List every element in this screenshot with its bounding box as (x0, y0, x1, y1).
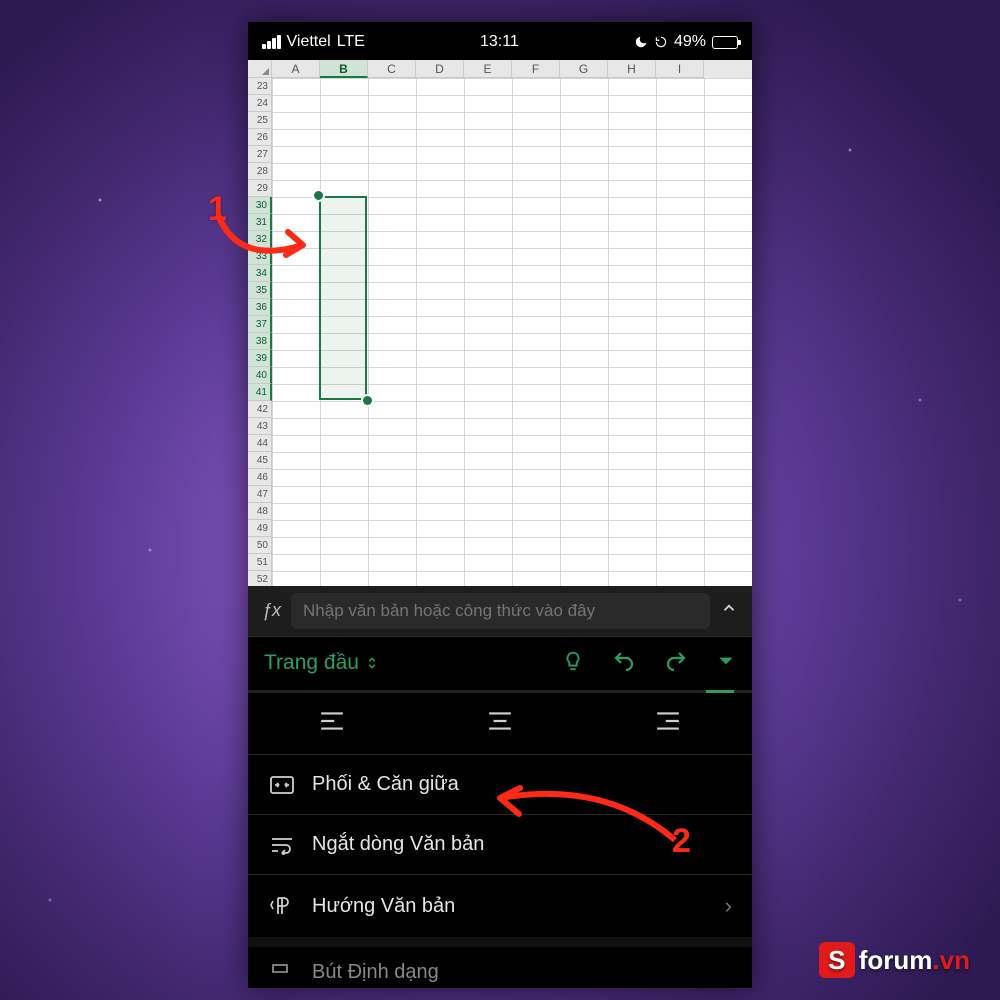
undo-icon[interactable] (612, 649, 636, 678)
toolbar-tab-home[interactable]: Trang đầu (264, 651, 379, 675)
menu-separator (248, 937, 752, 947)
carrier-label: Viettel (287, 33, 331, 51)
battery-pct: 49% (674, 33, 706, 51)
cell-selection[interactable] (319, 196, 367, 400)
row-header[interactable]: 44 (248, 435, 272, 452)
collapse-icon[interactable] (716, 651, 736, 676)
row-header[interactable]: 43 (248, 418, 272, 435)
menu-label: Phối & Căn giữa (312, 773, 459, 796)
row-header[interactable]: 24 (248, 95, 272, 112)
chevron-right-icon: › (725, 893, 732, 919)
row-header[interactable]: 26 (248, 129, 272, 146)
clock-label: 13:11 (480, 33, 519, 51)
formula-input[interactable] (291, 593, 710, 629)
column-header[interactable]: G (560, 60, 608, 78)
row-header[interactable]: 30 (248, 197, 272, 214)
merge-center-button[interactable]: Phối & Căn giữa (248, 754, 752, 814)
row-header[interactable]: 38 (248, 333, 272, 350)
tab-switch-icon (365, 654, 379, 672)
column-header[interactable]: B (320, 60, 368, 78)
watermark-text: forum (859, 945, 933, 976)
row-header[interactable]: 49 (248, 520, 272, 537)
row-header[interactable]: 33 (248, 248, 272, 265)
row-header[interactable]: 35 (248, 282, 272, 299)
row-header[interactable]: 45 (248, 452, 272, 469)
fx-icon[interactable]: ƒx (262, 600, 281, 621)
lightbulb-icon[interactable] (562, 650, 584, 677)
column-header[interactable]: F (512, 60, 560, 78)
toolbar: Trang đầu (248, 636, 752, 690)
formula-bar: ƒx (248, 586, 752, 636)
row-header[interactable]: 40 (248, 367, 272, 384)
network-label: LTE (337, 33, 365, 51)
annotation-number-1: 1 (208, 190, 227, 229)
signal-icon (262, 35, 281, 49)
rotation-lock-icon (654, 35, 668, 49)
battery-icon (712, 36, 738, 49)
row-header[interactable]: 46 (248, 469, 272, 486)
row-header[interactable]: 23 (248, 78, 272, 95)
menu-label: Bút Định dạng (312, 961, 439, 984)
row-header[interactable]: 37 (248, 316, 272, 333)
row-header[interactable]: 51 (248, 554, 272, 571)
row-header[interactable]: 34 (248, 265, 272, 282)
row-header[interactable]: 25 (248, 112, 272, 129)
menu-label: Ngắt dòng Văn bản (312, 833, 484, 856)
row-header[interactable]: 27 (248, 146, 272, 163)
column-header[interactable]: A (272, 60, 320, 78)
merge-icon (268, 775, 296, 795)
status-bar: Viettel LTE 13:11 49% (248, 22, 752, 60)
text-direction-icon (268, 895, 296, 917)
format-painter-icon (268, 963, 296, 983)
align-left-button[interactable] (319, 711, 345, 736)
phone-frame: Viettel LTE 13:11 49% ABCDEFGHI 23242526… (248, 22, 752, 988)
format-menu: Phối & Căn giữa Ngắt dòng Văn bản Hướng … (248, 754, 752, 988)
column-header[interactable]: C (368, 60, 416, 78)
row-header[interactable]: 36 (248, 299, 272, 316)
text-direction-button[interactable]: Hướng Văn bản › (248, 874, 752, 937)
redo-icon[interactable] (664, 649, 688, 678)
spreadsheet[interactable]: ABCDEFGHI 232425262728293031323334353637… (248, 60, 752, 586)
row-header[interactable]: 31 (248, 214, 272, 231)
moon-icon (634, 35, 648, 49)
watermark-domain: .vn (932, 945, 970, 976)
formula-expand-icon[interactable] (720, 599, 738, 622)
align-right-button[interactable] (655, 711, 681, 736)
toolbar-tab-label: Trang đầu (264, 651, 359, 675)
row-headers[interactable]: 2324252627282930313233343536373839404142… (248, 78, 272, 586)
watermark: S forum .vn (819, 942, 970, 978)
row-header[interactable]: 39 (248, 350, 272, 367)
row-header[interactable]: 41 (248, 384, 272, 401)
alignment-row (248, 693, 752, 754)
column-headers[interactable]: ABCDEFGHI (272, 60, 752, 78)
row-header[interactable]: 52 (248, 571, 272, 586)
select-all-corner[interactable] (248, 60, 272, 78)
menu-label: Hướng Văn bản (312, 895, 455, 918)
watermark-badge: S (819, 942, 855, 978)
align-center-button[interactable] (487, 711, 513, 736)
format-painter-button[interactable]: Bút Định dạng (248, 947, 752, 988)
row-header[interactable]: 32 (248, 231, 272, 248)
column-header[interactable]: I (656, 60, 704, 78)
row-header[interactable]: 48 (248, 503, 272, 520)
column-header[interactable]: H (608, 60, 656, 78)
wrap-text-icon (268, 835, 296, 855)
row-header[interactable]: 47 (248, 486, 272, 503)
column-header[interactable]: E (464, 60, 512, 78)
row-header[interactable]: 29 (248, 180, 272, 197)
column-header[interactable]: D (416, 60, 464, 78)
wrap-text-button[interactable]: Ngắt dòng Văn bản (248, 814, 752, 874)
row-header[interactable]: 42 (248, 401, 272, 418)
row-header[interactable]: 28 (248, 163, 272, 180)
row-header[interactable]: 50 (248, 537, 272, 554)
